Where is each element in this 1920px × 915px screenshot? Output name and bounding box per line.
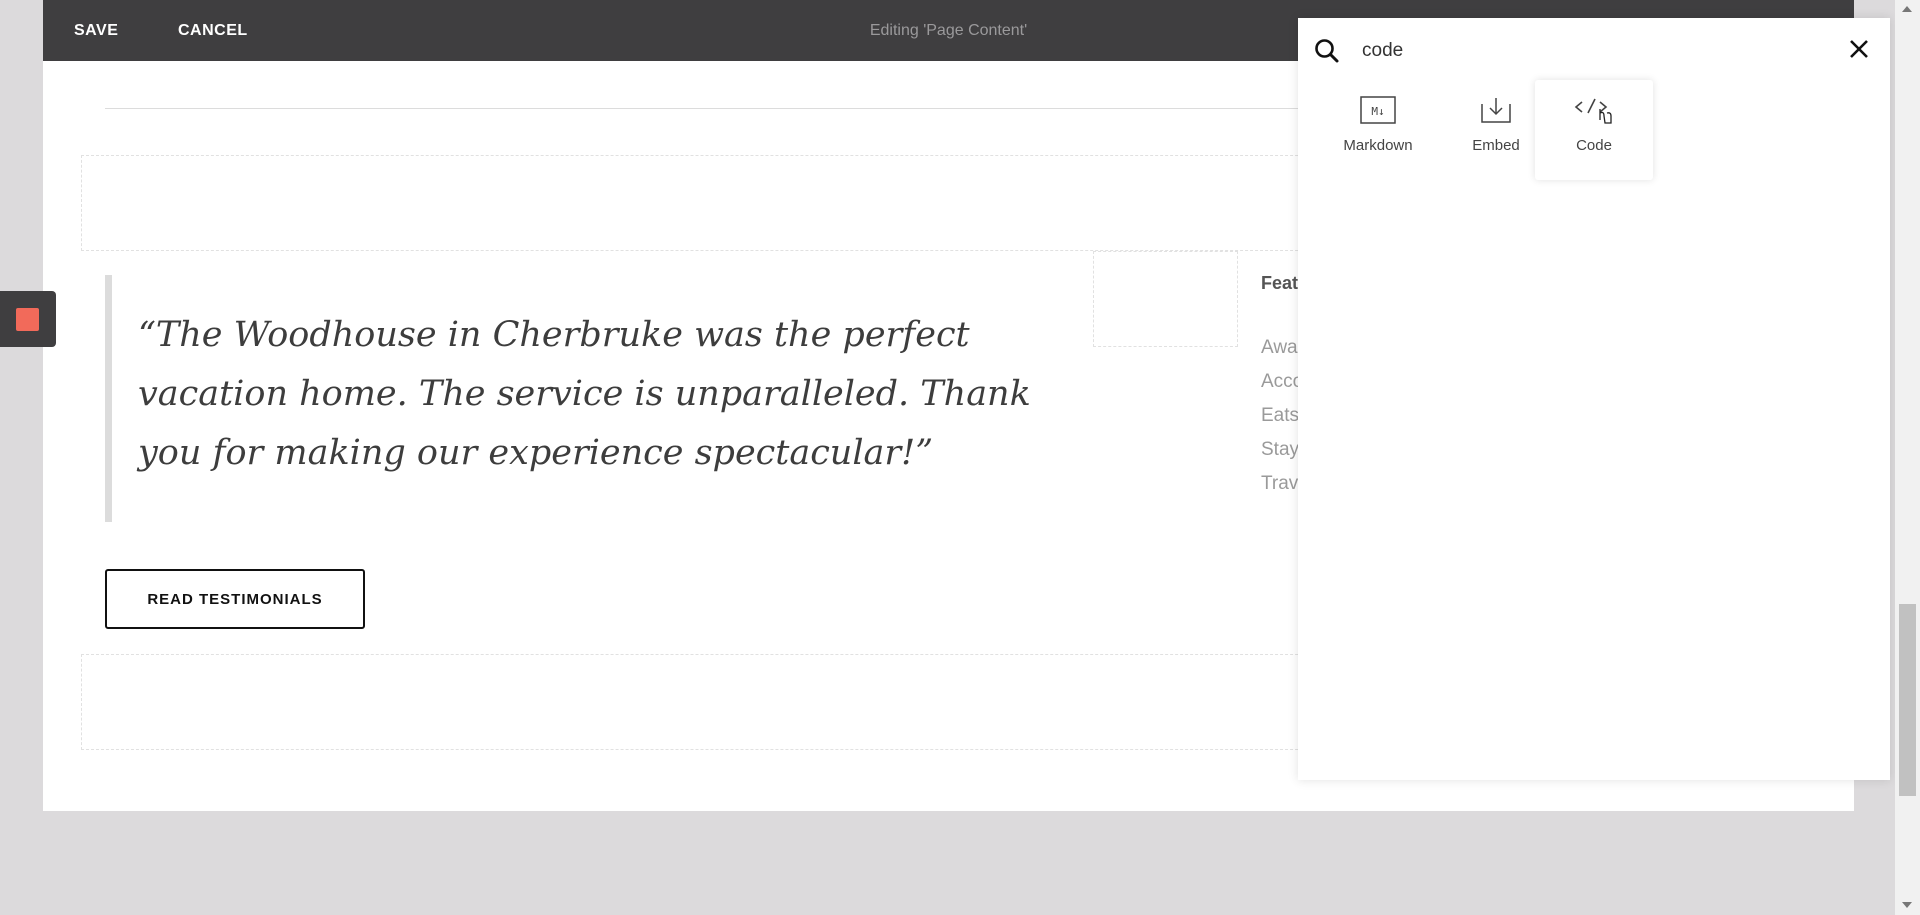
featured-link[interactable]: Trav	[1261, 470, 1303, 504]
scroll-down-icon[interactable]	[1902, 902, 1912, 908]
block-option-label: Code	[1576, 137, 1612, 154]
cancel-button[interactable]: CANCEL	[178, 0, 248, 61]
scroll-up-icon[interactable]	[1902, 6, 1912, 12]
empty-block-placeholder[interactable]	[1093, 251, 1238, 347]
block-option-label: Markdown	[1343, 137, 1413, 154]
block-picker-panel: M↓ Markdown Embed Code	[1298, 18, 1890, 780]
embed-icon	[1478, 98, 1514, 128]
featured-link[interactable]: Awa	[1261, 334, 1303, 368]
svg-text:M↓: M↓	[1371, 105, 1384, 118]
block-search-input[interactable]	[1360, 36, 1764, 66]
featured-link[interactable]: Eats	[1261, 402, 1303, 436]
quote-border	[105, 275, 112, 522]
block-option-code[interactable]: Code	[1535, 80, 1653, 180]
divider-line	[105, 108, 1320, 109]
close-icon[interactable]	[1848, 38, 1870, 65]
side-panel-toggle[interactable]	[0, 291, 56, 347]
search-icon	[1314, 38, 1340, 69]
featured-list: Awa Acco Eats Stay Trav	[1261, 334, 1303, 504]
empty-block-placeholder[interactable]	[81, 155, 1333, 251]
save-button[interactable]: SAVE	[74, 0, 118, 61]
red-square-icon	[16, 308, 39, 331]
empty-block-placeholder[interactable]	[81, 654, 1333, 750]
featured-link[interactable]: Stay	[1261, 436, 1303, 470]
code-icon	[1574, 98, 1614, 128]
markdown-icon: M↓	[1360, 96, 1396, 128]
featured-heading: Feat	[1261, 273, 1299, 293]
scrollbar-thumb[interactable]	[1899, 604, 1916, 796]
testimonial-quote: “The Woodhouse in Cherbruke was the perf…	[138, 315, 1031, 473]
vertical-scrollbar[interactable]	[1895, 0, 1920, 915]
read-testimonials-button[interactable]: READ TESTIMONIALS	[105, 569, 365, 629]
block-option-markdown[interactable]: M↓ Markdown	[1319, 80, 1437, 180]
featured-link[interactable]: Acco	[1261, 368, 1303, 402]
